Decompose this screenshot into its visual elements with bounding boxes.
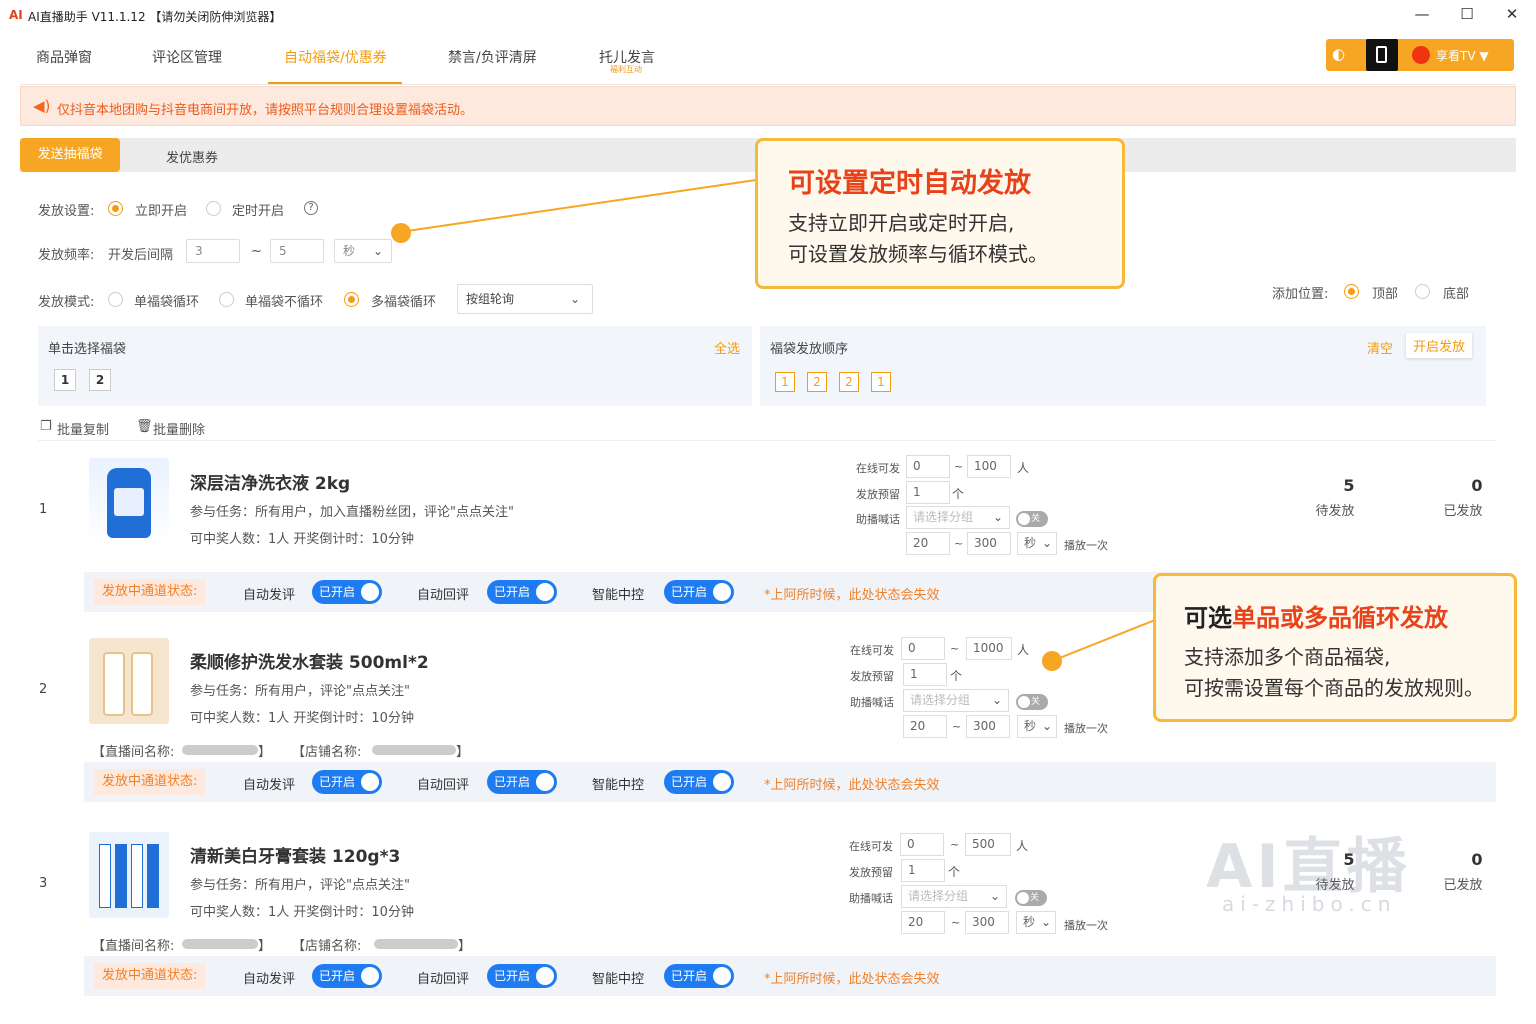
callout-dot xyxy=(391,223,411,243)
callout-line: 支持立即开启或定时开启, xyxy=(788,211,1015,235)
callout-line: 可按需设置每个商品的发放规则。 xyxy=(1184,676,1484,700)
callout-title: 可选单品或多品循环发放 xyxy=(1184,598,1448,633)
callout-dot xyxy=(1042,651,1062,671)
callout-line: 支持添加多个商品福袋, xyxy=(1184,645,1391,669)
callout-multi-product: 可选单品或多品循环发放 支持添加多个商品福袋, 可按需设置每个商品的发放规则。 xyxy=(1153,573,1517,722)
callout-line: 可设置发放频率与循环模式。 xyxy=(788,242,1048,266)
callout-title-highlight: 单品或多品循环发放 xyxy=(1232,604,1448,632)
callout-title: 可设置定时自动发放 xyxy=(788,168,1031,199)
callout-title-prefix: 可选 xyxy=(1184,604,1232,632)
callout-schedule: 可设置定时自动发放 支持立即开启或定时开启, 可设置发放频率与循环模式。 xyxy=(755,138,1125,289)
